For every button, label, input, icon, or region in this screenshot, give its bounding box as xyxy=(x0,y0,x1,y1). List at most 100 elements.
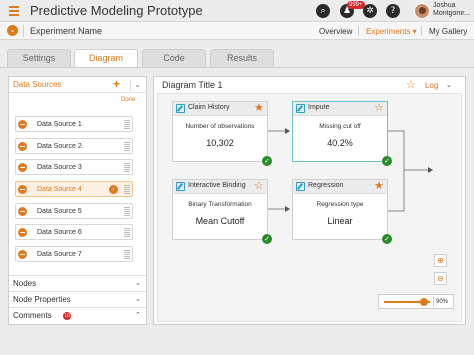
drag-handle-icon[interactable] xyxy=(124,250,130,259)
data-source-label: Data Source 7 xyxy=(37,251,82,258)
help-icon[interactable]: ? xyxy=(386,4,400,18)
remove-icon[interactable] xyxy=(18,207,27,216)
tab-code[interactable]: Code xyxy=(142,49,206,67)
search-icon[interactable]: ⌕ xyxy=(316,4,330,18)
remove-icon[interactable] xyxy=(18,120,27,129)
hamburger-menu-icon[interactable] xyxy=(9,6,19,16)
data-source-item[interactable]: Data Source 3 xyxy=(15,159,133,175)
data-sources-title: Data Sources xyxy=(13,80,62,89)
star-filled-icon[interactable]: ★ xyxy=(374,179,384,192)
arrow-head-icon xyxy=(428,167,433,173)
remove-icon[interactable] xyxy=(18,185,27,194)
data-source-item[interactable]: Data Source 5 xyxy=(15,203,133,219)
arrow-head-icon xyxy=(285,206,290,212)
nav-experiments[interactable]: Experiments ▾ xyxy=(366,27,417,36)
drag-handle-icon[interactable] xyxy=(124,228,130,237)
zoom-slider-handle[interactable] xyxy=(420,298,428,306)
experiment-name: Experiment Name xyxy=(30,26,103,36)
zoom-slider[interactable]: 90% xyxy=(378,294,454,309)
zoom-out-icon[interactable]: ⊖ xyxy=(434,272,447,285)
tab-results[interactable]: Results xyxy=(210,49,274,67)
connector-line xyxy=(388,169,428,212)
remove-icon[interactable] xyxy=(18,250,27,259)
tab-divider xyxy=(0,67,474,68)
check-icon: ✓ xyxy=(382,156,392,166)
arrow-head-icon xyxy=(285,128,290,134)
node-metric-label: Binary Transformation xyxy=(188,201,252,208)
nav-overview[interactable]: Overview xyxy=(319,27,352,36)
node-regression[interactable]: Regression ★ Regression type Linear ✓ xyxy=(292,179,392,244)
node-title: Impute xyxy=(308,104,330,111)
data-source-item[interactable]: Data Source 7 xyxy=(15,246,133,262)
node-title: Claim History xyxy=(188,104,230,111)
section-label: Comments xyxy=(13,311,52,320)
edit-icon[interactable] xyxy=(296,182,305,191)
star-outline-icon[interactable]: ☆ xyxy=(254,179,264,192)
arrow-right-icon[interactable]: › xyxy=(109,185,118,194)
data-source-item[interactable]: Data Source 2 xyxy=(15,138,133,154)
zoom-in-icon[interactable]: ⊕ xyxy=(434,254,447,267)
experiment-dropdown-icon[interactable]: ⌄ xyxy=(7,25,18,36)
edit-icon[interactable] xyxy=(176,104,185,113)
drag-handle-icon[interactable] xyxy=(124,185,130,194)
node-metric-value: Linear xyxy=(327,216,353,226)
node-metric-value: 10,302 xyxy=(206,138,234,148)
diagram-canvas[interactable]: Claim History ★ Number of observations 1… xyxy=(157,93,462,322)
comments-count-badge: 10 xyxy=(63,312,71,320)
add-data-source-icon[interactable]: + xyxy=(113,77,120,91)
data-source-label: Data Source 6 xyxy=(37,229,82,236)
chevron-down-icon[interactable]: ⌄ xyxy=(446,81,452,89)
favorite-star-icon[interactable]: ☆ xyxy=(406,78,416,91)
diagram-title: Diagram Title 1 xyxy=(162,80,223,90)
section-label: Nodes xyxy=(13,279,37,288)
tab-settings[interactable]: Settings xyxy=(7,49,71,67)
node-metric-value: 40.2% xyxy=(327,138,353,148)
node-header: Interactive Binding ☆ xyxy=(173,180,267,194)
edit-icon[interactable] xyxy=(296,104,305,113)
node-header: Impute ☆ xyxy=(293,102,387,116)
edit-icon[interactable] xyxy=(176,182,185,191)
drag-handle-icon[interactable] xyxy=(124,163,130,172)
drag-handle-icon[interactable] xyxy=(124,120,130,129)
done-link[interactable]: Done xyxy=(121,97,135,103)
section-comments[interactable]: Comments 10 ⌃ xyxy=(9,307,146,322)
app-title: Predictive Modeling Prototype xyxy=(30,3,203,18)
remove-icon[interactable] xyxy=(18,228,27,237)
node-title: Regression xyxy=(308,182,344,189)
node-interactive-binding[interactable]: Interactive Binding ☆ Binary Transformat… xyxy=(172,179,272,244)
drag-handle-icon[interactable] xyxy=(124,142,130,151)
data-source-item[interactable]: Data Source 6 xyxy=(15,224,133,240)
data-source-label: Data Source 1 xyxy=(37,121,82,128)
data-source-item[interactable]: Data Source 1 xyxy=(15,116,133,132)
star-outline-icon[interactable]: ☆ xyxy=(374,101,384,114)
nav-my-gallery[interactable]: My Gallery xyxy=(429,27,467,36)
divider xyxy=(358,26,359,36)
node-title: Interactive Binding xyxy=(188,182,246,189)
data-sources-header: Data Sources + ⌄ xyxy=(9,77,146,93)
remove-icon[interactable] xyxy=(18,142,27,151)
chevron-up-icon: ⌃ xyxy=(135,312,141,319)
log-link[interactable]: Log xyxy=(425,81,438,90)
tab-diagram[interactable]: Diagram xyxy=(74,49,138,68)
data-source-label: Data Source 2 xyxy=(37,143,82,150)
data-source-label: Data Source 5 xyxy=(37,208,82,215)
data-source-label: Data Source 3 xyxy=(37,164,82,171)
top-header: Predictive Modeling Prototype ⌕ ♟ 999+ ✲… xyxy=(0,0,474,22)
user-name[interactable]: Joshua Montgomr... xyxy=(433,2,473,18)
node-impute[interactable]: Impute ☆ Missing cut off 40.2% ✓ xyxy=(292,101,392,166)
experiment-bar: ⌄ Experiment Name Overview Experiments ▾… xyxy=(0,22,474,40)
data-source-item-selected[interactable]: Data Source 4 › xyxy=(15,181,133,197)
settings-gear-icon[interactable]: ✲ xyxy=(363,4,377,18)
avatar[interactable] xyxy=(414,3,430,19)
section-nodes[interactable]: Nodes ⌄ xyxy=(9,275,146,290)
node-metric-value: Mean Cutoff xyxy=(195,216,245,226)
node-claim-history[interactable]: Claim History ★ Number of observations 1… xyxy=(172,101,272,166)
diagram-panel: Diagram Title 1 ☆ Log ⌄ Claim History ★ … xyxy=(153,76,466,325)
star-filled-icon[interactable]: ★ xyxy=(254,101,264,114)
remove-icon[interactable] xyxy=(18,163,27,172)
drag-handle-icon[interactable] xyxy=(124,207,130,216)
chevron-down-icon: ⌄ xyxy=(135,296,141,303)
node-metric-label: Regression type xyxy=(316,201,364,208)
section-node-properties[interactable]: Node Properties ⌄ xyxy=(9,291,146,306)
collapse-chevron-icon[interactable]: ⌄ xyxy=(130,80,144,91)
